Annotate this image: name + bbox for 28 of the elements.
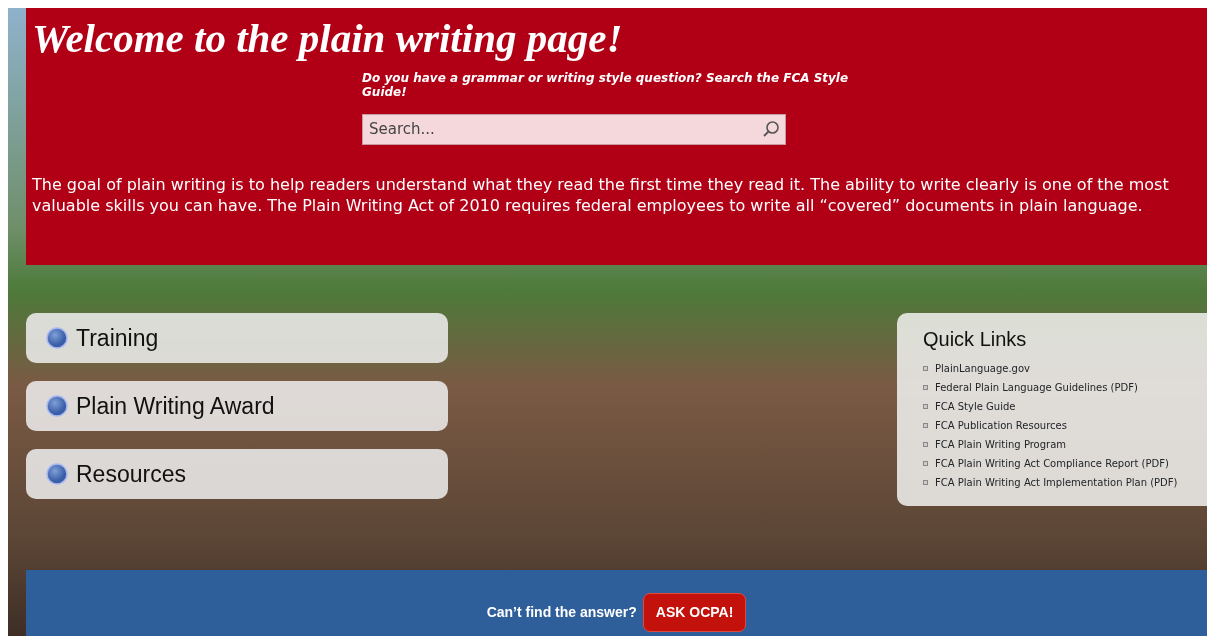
panel-heading: Quick Links xyxy=(923,327,1028,351)
quick-link[interactable]: FCA Plain Writing Program xyxy=(935,435,1067,454)
quick-link[interactable]: PlainLanguage.gov xyxy=(935,359,1030,378)
search-icon[interactable] xyxy=(762,119,780,138)
bullet-icon xyxy=(923,404,928,409)
intro-paragraph: The goal of plain writing is to help readers understand what they read the first time they read it. The ability to write clearly is one of the most valuable skills you can have. The Plain Writing Act of 2010 requires federal employees to write all “covered” documents in plain language. xyxy=(32,174,1170,217)
footer-text: Can’t find the answer? xyxy=(486,602,637,622)
nav-button[interactable]: Resources xyxy=(26,449,448,499)
circle-icon xyxy=(46,327,68,349)
ask-button[interactable]: ASK OCPA! xyxy=(642,592,747,632)
search-prompt: Do you have a grammar or writing style question? Search the FCA Style Guide! xyxy=(362,71,850,100)
bullet-icon xyxy=(923,480,928,485)
quick-link[interactable]: FCA Plain Writing Act Compliance Report (PDF) xyxy=(935,454,1169,473)
quick-link[interactable]: FCA Style Guide xyxy=(935,397,1016,416)
search-field[interactable]: Search... xyxy=(362,113,786,145)
page-title: Welcome to the plain writing page! xyxy=(32,16,624,62)
nav-button[interactable]: Plain Writing Award xyxy=(26,381,448,431)
nav-button[interactable]: Training xyxy=(26,313,448,363)
quick-link[interactable]: Federal Plain Language Guidelines (PDF) xyxy=(935,378,1138,397)
circle-icon xyxy=(46,395,68,417)
bullet-icon xyxy=(923,461,928,466)
bullet-icon xyxy=(923,423,928,428)
bullet-icon xyxy=(923,385,928,390)
circle-icon xyxy=(46,463,68,485)
bullet-icon xyxy=(923,442,928,447)
bullet-icon xyxy=(923,366,928,371)
quick-link[interactable]: FCA Publication Resources xyxy=(935,416,1067,435)
quick-link[interactable]: FCA Plain Writing Act Implementation Plan (PDF) xyxy=(935,473,1178,492)
